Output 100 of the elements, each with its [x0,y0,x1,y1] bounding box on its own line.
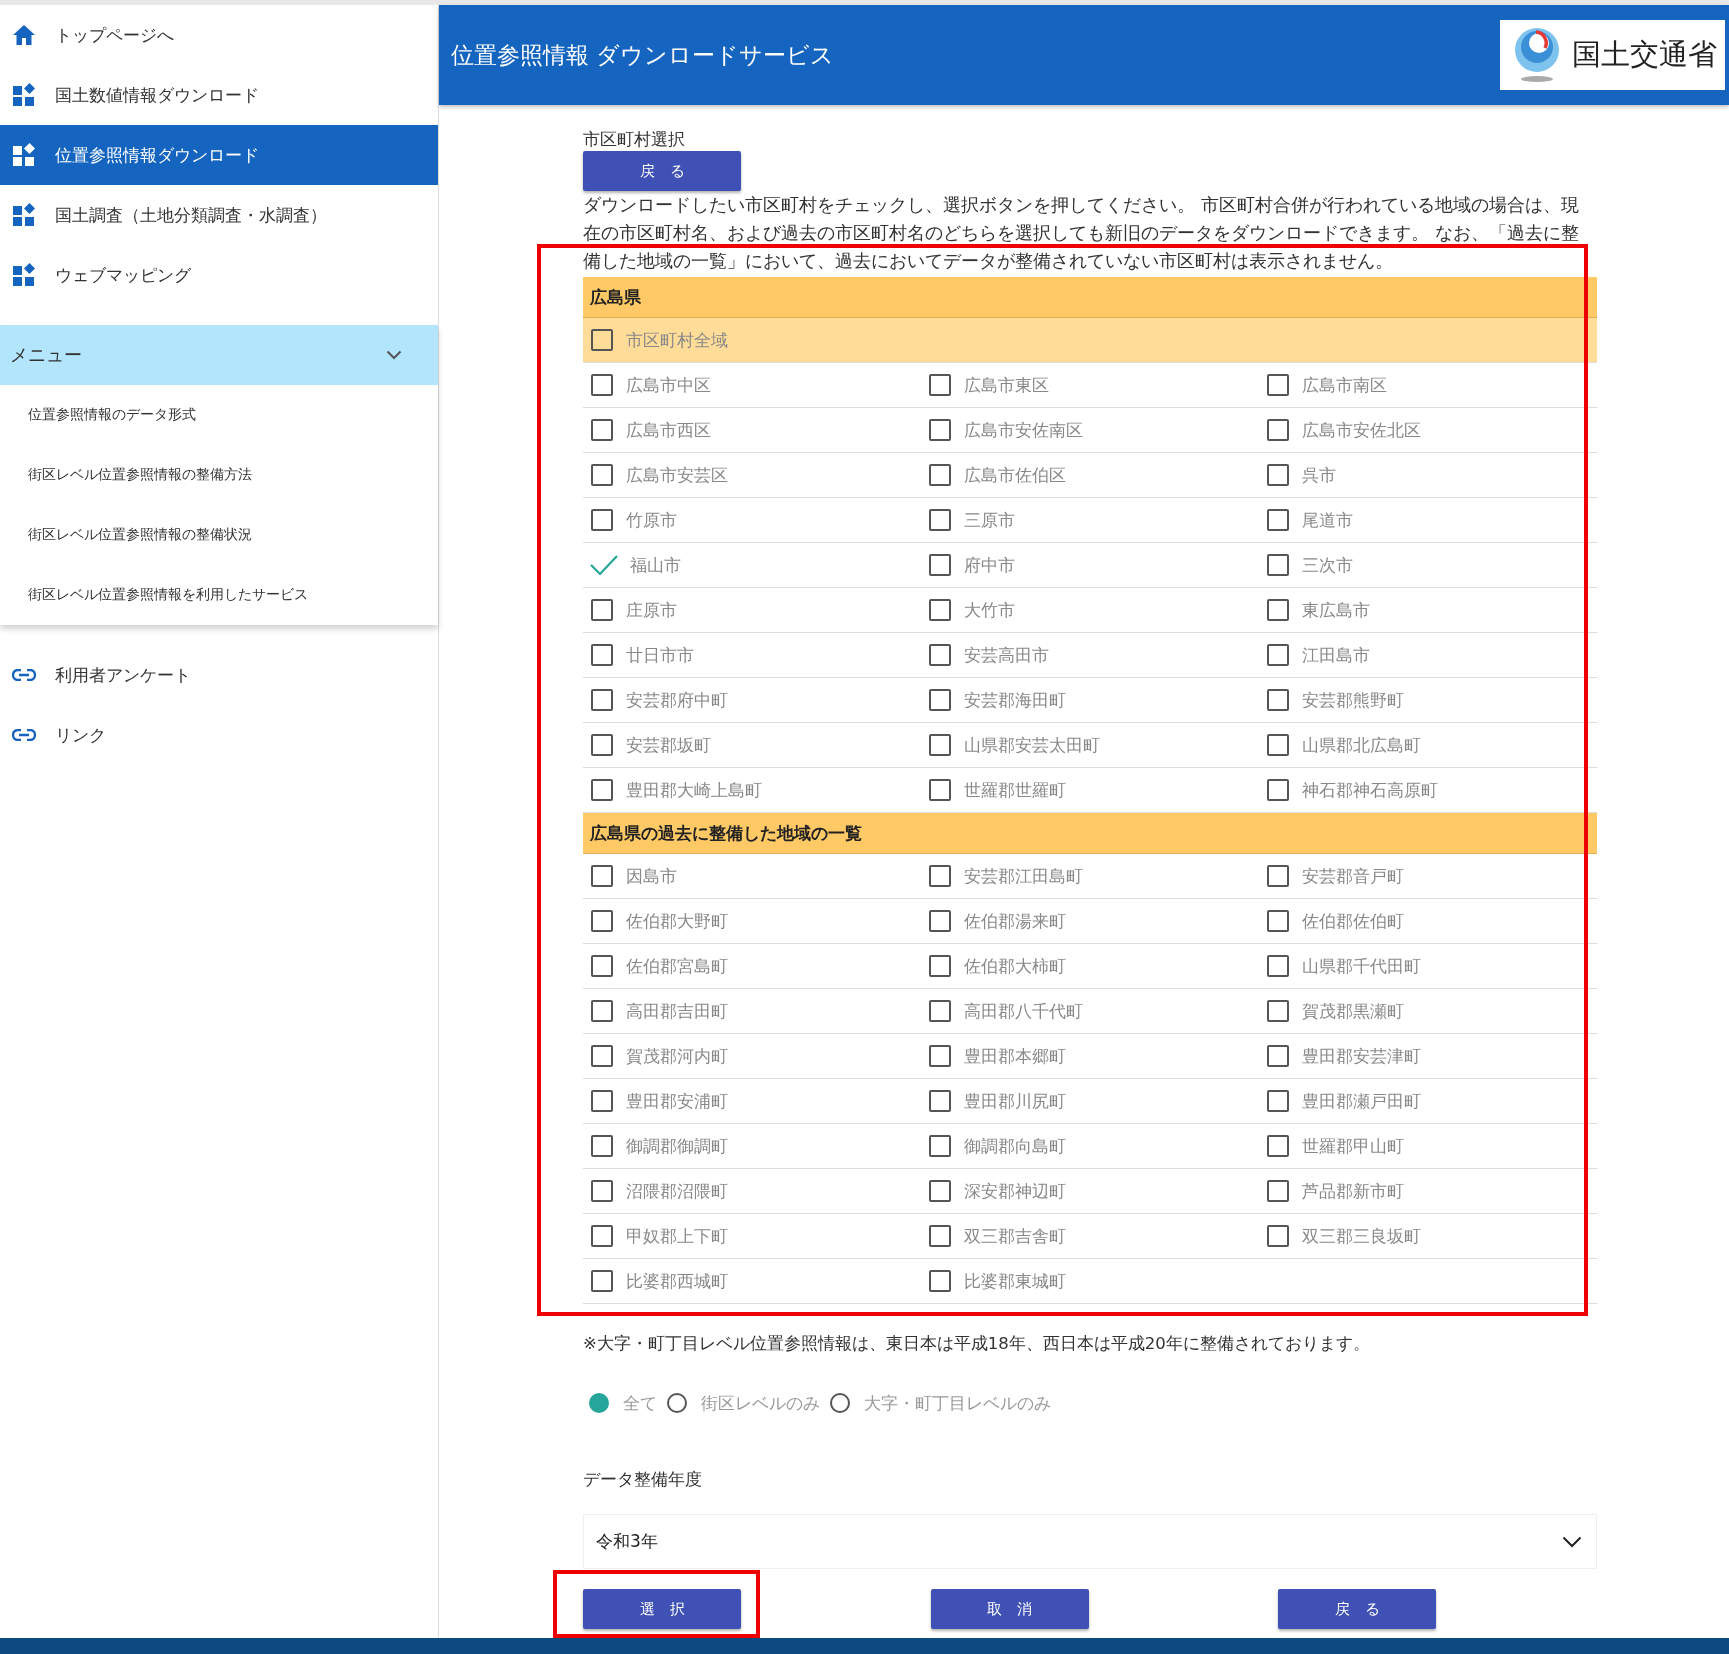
menu-item[interactable]: 街区レベル位置参照情報を利用したサービス [0,565,438,625]
link-icon [12,669,36,681]
checkbox[interactable] [1267,734,1289,756]
back-button[interactable]: 戻 る [583,151,741,191]
checkbox[interactable] [929,1225,951,1247]
checkbox[interactable] [929,1090,951,1112]
checkbox[interactable] [1267,644,1289,666]
nav-item[interactable]: トップページへ [0,5,438,65]
checkbox[interactable] [1267,374,1289,396]
checkbox[interactable] [1267,955,1289,977]
checkbox[interactable] [929,734,951,756]
nav-item[interactable]: ウェブマッピング [0,245,438,305]
checkbox-label: 尾道市 [1302,508,1353,532]
checkbox[interactable] [929,599,951,621]
checkbox[interactable] [929,1135,951,1157]
checkbox[interactable] [929,509,951,531]
menu-header[interactable]: メニュー [0,325,438,385]
radio-button[interactable] [667,1393,687,1413]
note-text: ※大字・町丁目レベル位置参照情報は、東日本は平成18年、西日本は平成20年に整備されております。 [583,1333,1371,1355]
radio-button[interactable] [589,1393,609,1413]
checkbox-label: 双三郡吉舎町 [964,1224,1066,1248]
nav-item[interactable]: 位置参照情報ダウンロード [0,125,438,185]
checkbox-label: 佐伯郡宮島町 [626,954,728,978]
checkbox-label: 広島市中区 [626,373,711,397]
sidebar-link[interactable]: リンク [0,705,438,765]
checkbox[interactable] [929,644,951,666]
checkbox[interactable] [929,689,951,711]
checkbox[interactable] [929,374,951,396]
checkbox[interactable] [929,1180,951,1202]
checkbox[interactable] [929,865,951,887]
checkbox[interactable] [1267,865,1289,887]
checkbox[interactable] [1267,1225,1289,1247]
checkbox-label: 豊田郡川尻町 [964,1089,1066,1113]
widgets-icon [12,203,36,227]
checkbox[interactable] [929,1045,951,1067]
checkbox[interactable] [591,374,613,396]
checkbox[interactable] [1267,1090,1289,1112]
checkbox[interactable] [591,644,613,666]
checkbox[interactable] [591,779,613,801]
checkbox[interactable] [929,910,951,932]
nav-item[interactable]: 国土数値情報ダウンロード [0,65,438,125]
checkbox[interactable] [591,419,613,441]
checkbox[interactable] [1267,599,1289,621]
checkbox[interactable] [1267,1180,1289,1202]
checkbox[interactable] [1267,419,1289,441]
checkbox[interactable] [1267,689,1289,711]
checkbox[interactable] [1267,464,1289,486]
action-button[interactable]: 取 消 [930,1589,1089,1629]
checkbox[interactable] [929,419,951,441]
checkbox-label: 安芸郡熊野町 [1302,688,1404,712]
checkbox-label: 豊田郡安芸津町 [1302,1044,1421,1068]
menu-item[interactable]: 位置参照情報のデータ形式 [0,385,438,445]
checkbox-label: 市区町村全域 [626,328,728,352]
checkbox[interactable] [929,464,951,486]
sidebar-link[interactable]: 利用者アンケート [0,645,438,705]
action-button[interactable]: 戻 る [1278,1589,1436,1629]
checkbox[interactable] [929,554,951,576]
checkbox[interactable] [591,329,613,351]
checkbox[interactable] [1267,1000,1289,1022]
checkbox-label: 高田郡吉田町 [626,999,728,1023]
checkbox-label: 高田郡八千代町 [964,999,1083,1023]
checkbox[interactable] [591,1225,613,1247]
checkbox[interactable] [1267,1135,1289,1157]
checkbox[interactable] [591,910,613,932]
checkbox[interactable] [1267,554,1289,576]
checkbox[interactable] [591,865,613,887]
checkbox[interactable] [591,955,613,977]
checkbox[interactable] [591,509,613,531]
checkbox-label: 安芸郡音戸町 [1302,864,1404,888]
group-header: 広島県 [583,277,1597,318]
checkbox[interactable] [929,955,951,977]
checkbox[interactable] [591,734,613,756]
checkbox[interactable] [591,464,613,486]
menu-item[interactable]: 街区レベル位置参照情報の整備方法 [0,445,438,505]
checkbox[interactable] [591,1090,613,1112]
logo[interactable]: 国土交通省 [1500,20,1725,90]
checkbox[interactable] [591,689,613,711]
checkbox-label: 深安郡神辺町 [964,1179,1066,1203]
year-select[interactable]: 令和3年 [583,1514,1597,1569]
checkbox-label: 沼隈郡沼隈町 [626,1179,728,1203]
checkbox[interactable] [591,1000,613,1022]
checkbox[interactable] [929,1000,951,1022]
checkbox[interactable] [1267,1045,1289,1067]
checkbox[interactable] [929,779,951,801]
checkbox[interactable] [929,1270,951,1292]
radio-button[interactable] [830,1393,850,1413]
checkbox[interactable] [591,1045,613,1067]
action-button[interactable]: 選 択 [583,1589,741,1629]
checkbox[interactable] [1267,509,1289,531]
menu-item[interactable]: 街区レベル位置参照情報の整備状況 [0,505,438,565]
checkbox-label: 安芸郡府中町 [626,688,728,712]
checkbox[interactable] [1267,910,1289,932]
checkbox[interactable] [591,1135,613,1157]
checkbox[interactable] [591,599,613,621]
nav-item[interactable]: 国土調査（土地分類調査・水調査） [0,185,438,245]
checkbox-label: 廿日市市 [626,643,694,667]
checkbox[interactable] [591,1180,613,1202]
checkbox[interactable] [1267,779,1289,801]
checkbox[interactable] [591,1270,613,1292]
checkbox-label: 広島市東区 [964,373,1049,397]
